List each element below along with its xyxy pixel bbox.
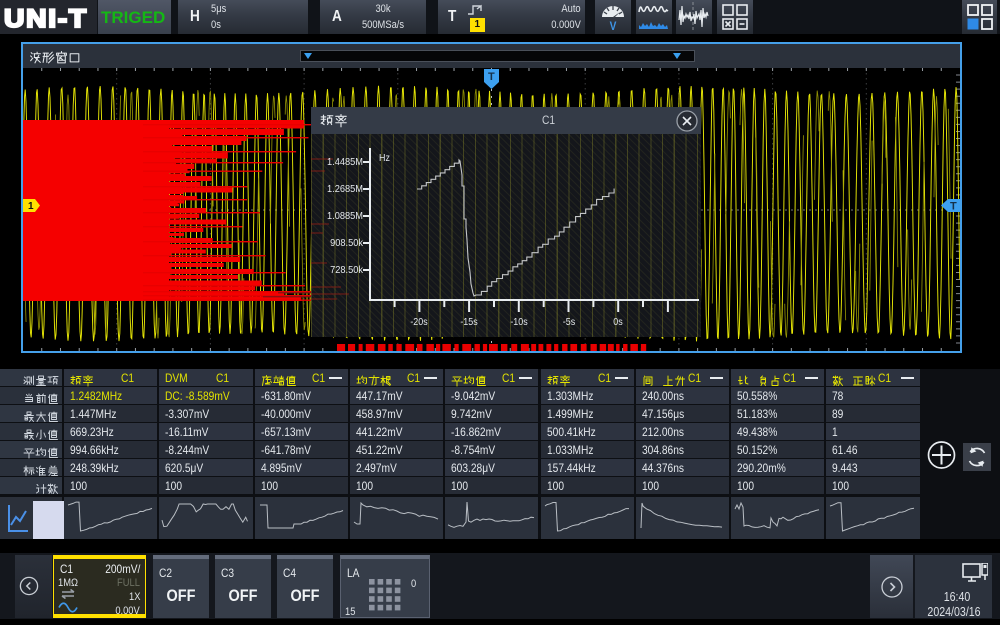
svg-text:1: 1 [28, 201, 34, 212]
svg-text:T: T [488, 71, 495, 83]
svg-text:T: T [950, 201, 957, 213]
